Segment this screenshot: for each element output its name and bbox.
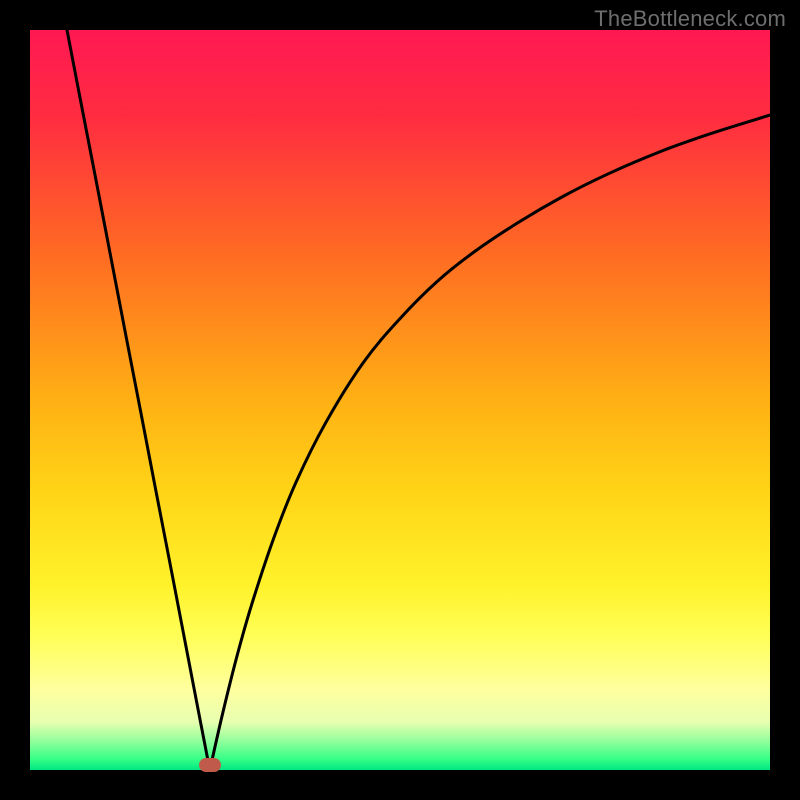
attribution-text: TheBottleneck.com: [594, 6, 786, 32]
chart-frame: TheBottleneck.com: [0, 0, 800, 800]
gradient-background: [30, 30, 770, 770]
plot-area: [30, 30, 770, 770]
minimum-marker: [199, 758, 221, 772]
chart-svg: [30, 30, 770, 770]
